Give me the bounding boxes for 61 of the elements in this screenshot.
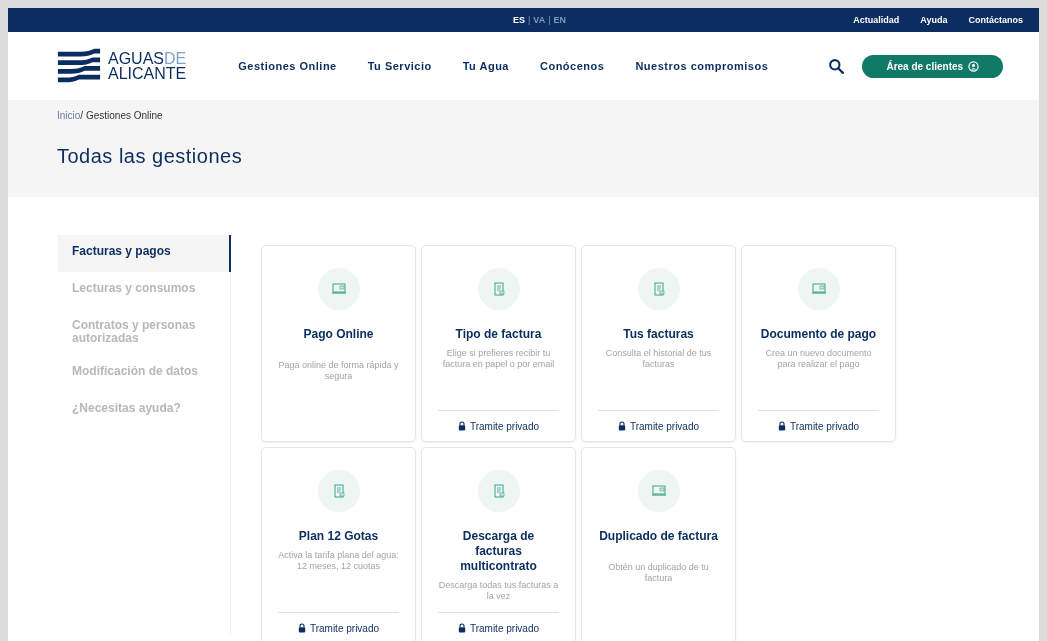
card-title: Tus facturas [623,327,694,342]
service-card[interactable]: Documento de pago Crea un nuevo documento para realizar el pago Tramite privado [741,245,896,442]
card-description: Paga online de forma rápida y segura [278,360,399,383]
language-link[interactable]: ES [513,15,525,25]
language-link[interactable]: EN [553,15,567,25]
nav-link[interactable]: Tu Agua [462,60,509,72]
document-icon [477,268,520,310]
service-card[interactable]: Tipo de factura Elige si prefieres recibir tu factura en papel o por email Tramite privado [421,245,576,442]
service-card[interactable]: Descarga de facturas multicontrato Descarga todas tus facturas a la vez Tramite privado [421,447,576,641]
top-link[interactable]: Actualidad [853,15,900,25]
top-link[interactable]: Contáctanos [968,15,1023,25]
card-description: Activa la tarifa plana del agua: 12 meses, 12 cuotas [278,550,399,573]
card-description: Obtén un duplicado de tu factura [607,562,710,585]
search-icon[interactable] [828,57,846,75]
private-label: Tramite privado [309,622,380,634]
card-title: Plan 12 Gotas [298,529,379,544]
nav-link[interactable]: Conócenos [540,60,605,72]
client-area-button[interactable]: Área de clientes [862,54,1004,78]
document-icon [477,470,520,512]
lock-icon [457,623,466,633]
top-link[interactable]: Ayuda [920,15,948,25]
private-label: Tramite privado [789,420,860,432]
card-title: Documento de pago [760,327,877,342]
document-icon [317,470,360,512]
document-icon [637,470,680,512]
card-description: Descarga todas tus facturas a la vez [438,580,559,603]
card-title: Descarga de facturas multicontrato [459,529,538,574]
private-label: Tramite privado [469,420,540,432]
service-card[interactable]: Plan 12 Gotas Activa la tarifa plana del agua: 12 meses, 12 cuotas Tramite privado [261,447,416,641]
lock-icon [297,623,306,633]
sidebar-item[interactable]: Facturas y pagos [58,235,231,272]
lock-icon [617,421,626,431]
breadcrumb-separator: / [80,110,84,121]
card-title: Tipo de factura [455,327,542,342]
card-description: Crea un nuevo documento para realizar el pago [764,348,873,371]
lock-icon [457,421,466,431]
service-card[interactable]: Duplicado de factura Obtén un duplicado de tu factura [581,447,736,641]
nav-link[interactable]: Gestiones Online [238,60,337,72]
card-description: Elige si prefieres recibir tu factura en papel o por email [441,348,556,371]
lock-icon [777,421,786,431]
logo-text: ALICANTE [108,66,187,81]
private-label: Tramite privado [469,622,540,634]
language-separator: | [548,15,551,25]
card-title: Pago Online [303,327,374,342]
card-description: Consulta el historial de tus facturas [604,348,713,371]
document-icon [637,268,680,310]
nav-link[interactable]: Tu Servicio [367,60,432,72]
private-label: Tramite privado [629,420,700,432]
service-card[interactable]: Pago Online Paga online de forma rápida y segura [261,245,416,442]
language-link[interactable]: VA [533,15,546,25]
waves-logo-icon [56,47,102,85]
service-card[interactable]: Tus facturas Consulta el historial de tus facturas Tramite privado [581,245,736,442]
card-title: Duplicado de factura [599,529,718,544]
breadcrumb-link[interactable]: Gestiones Online [85,110,163,121]
nav-link[interactable]: Nuestros compromisos [635,60,769,72]
document-icon [317,268,360,310]
document-icon [797,268,840,310]
logo-text: AGUASDE [108,51,187,66]
page-title: Todas las gestiones [57,145,244,168]
language-separator: | [528,15,531,25]
user-icon [968,60,980,72]
